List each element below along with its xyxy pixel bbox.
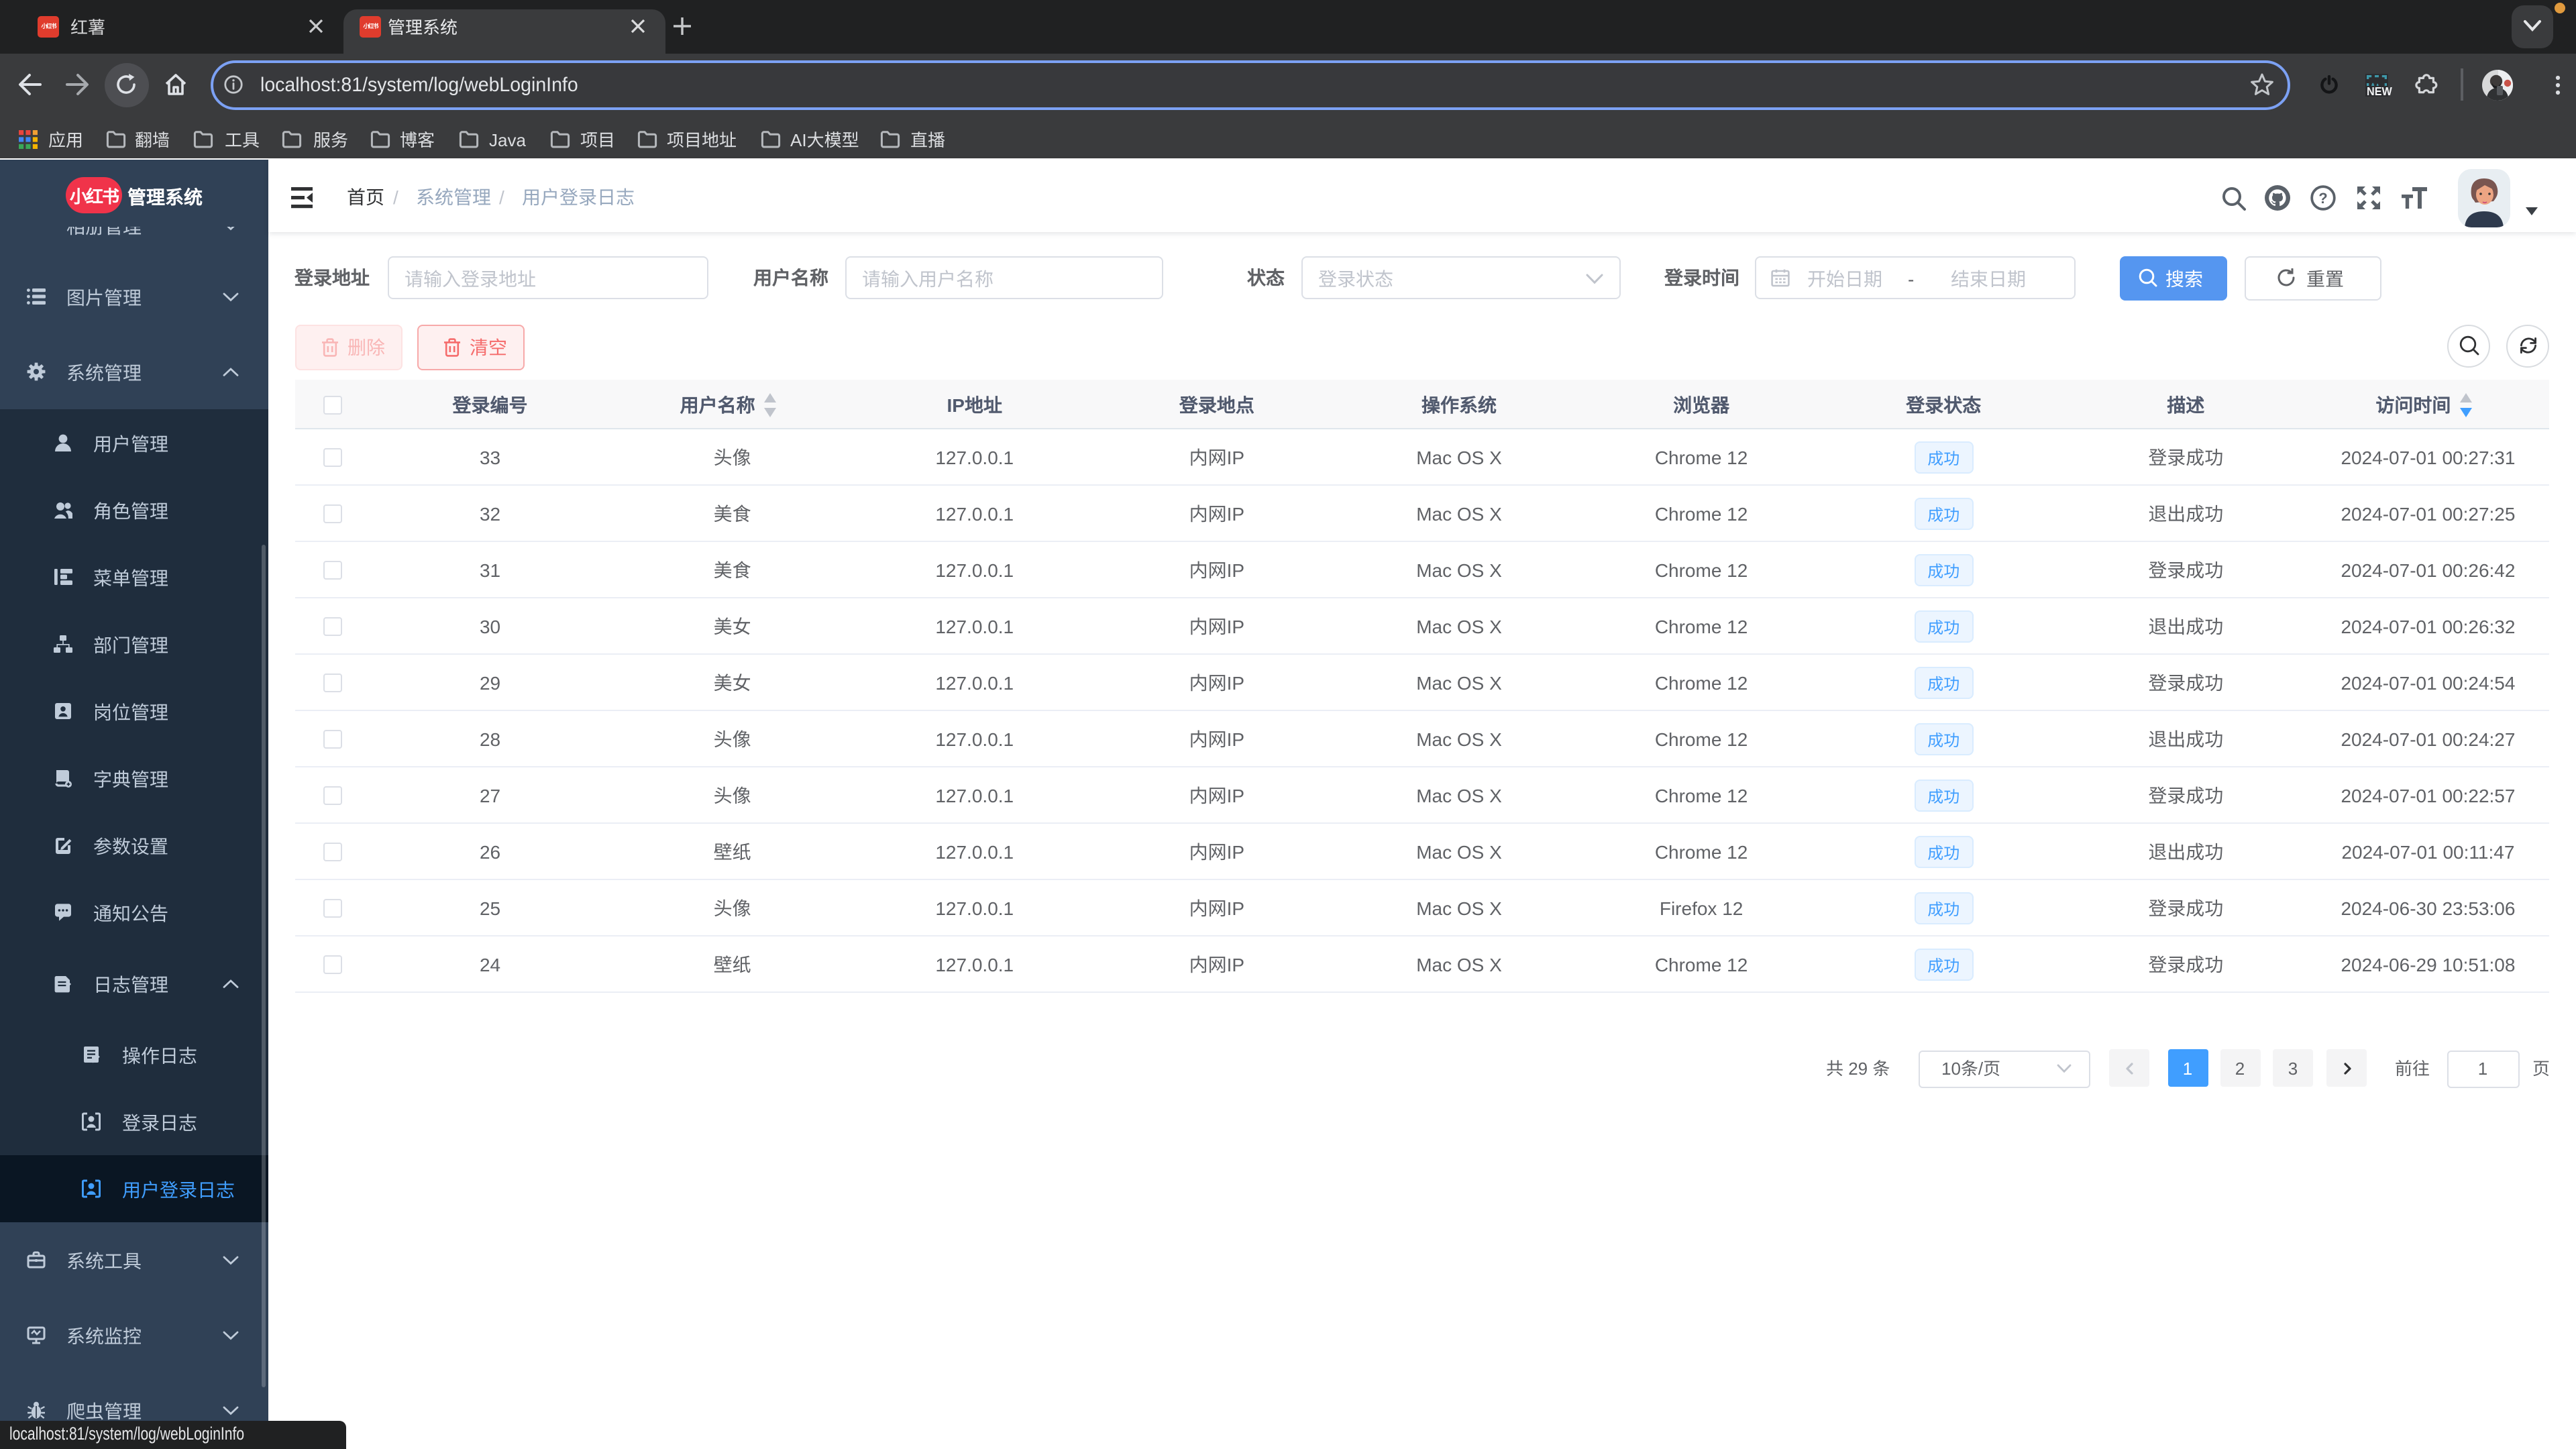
svg-text:?: ? bbox=[2318, 190, 2327, 207]
